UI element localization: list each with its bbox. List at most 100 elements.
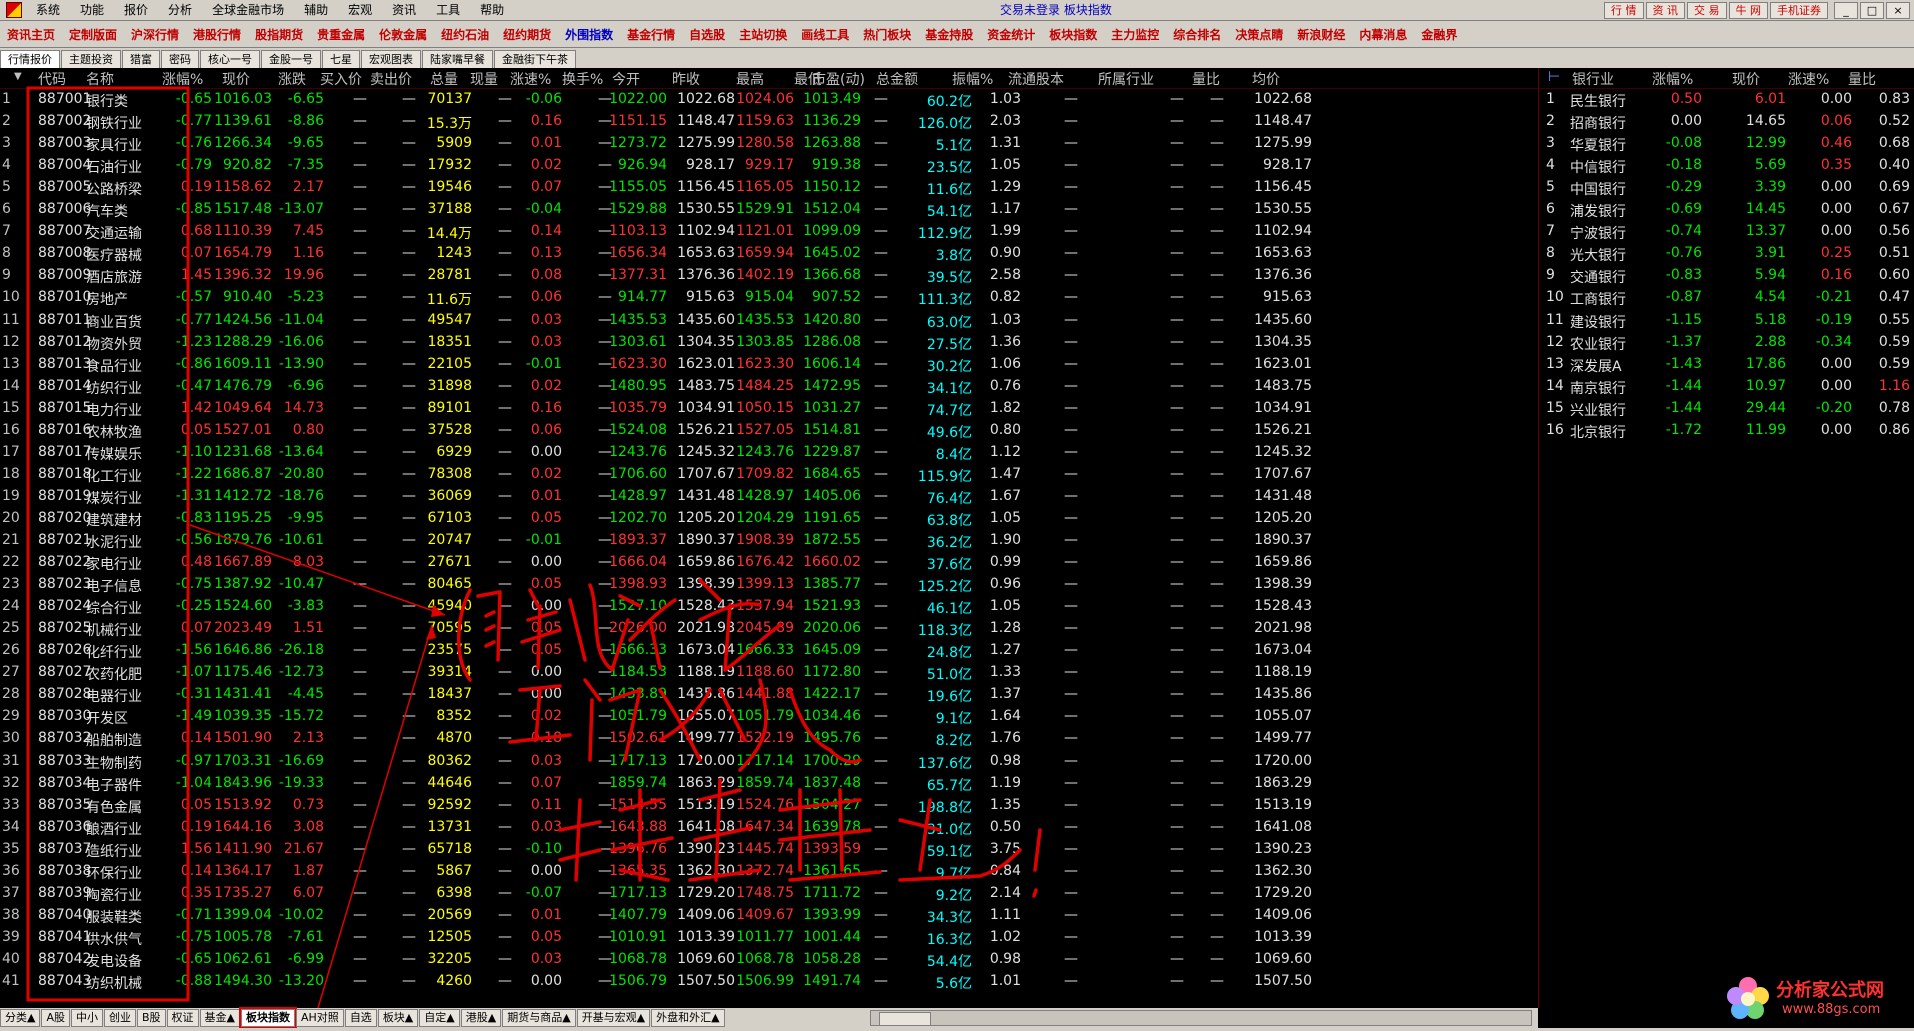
- toolbar-link-5[interactable]: 贵重金属: [310, 26, 372, 43]
- table-row[interactable]: 37 887039 陶瓷行业 0.35 1735.27 6.07 — — 6398 — -0.07 —…: [0, 883, 1538, 905]
- menu-item-4[interactable]: 全球金融市场: [202, 0, 294, 20]
- table-row[interactable]: 11 887011 商业百货 -0.77 1424.56 -11.04 — — 49547 — 0.…: [0, 310, 1538, 332]
- view-tab-8[interactable]: 陆家嘴早餐: [422, 50, 493, 68]
- table-row[interactable]: 36 887038 环保行业 0.14 1364.17 1.87 — — 5867 — 0.00 — 1…: [0, 861, 1538, 883]
- scrollbar-thumb[interactable]: [879, 1012, 931, 1026]
- column-header-17[interactable]: 振幅%: [952, 69, 993, 89]
- table-row[interactable]: 9 887009 酒店旅游 1.45 1396.32 19.96 — — 28781 — 0.08 —…: [0, 265, 1538, 287]
- sort-arrow-icon[interactable]: ▼: [14, 71, 22, 82]
- column-header-2[interactable]: 涨幅%: [162, 69, 203, 89]
- market-tab-10[interactable]: 板块▲: [377, 1009, 419, 1027]
- column-header-3[interactable]: 现价: [222, 69, 250, 89]
- table-row[interactable]: 1 887001 银行类 -0.65 1016.03 -6.65 — — 70137 — -0.06…: [0, 89, 1538, 111]
- toolbar-link-18[interactable]: 主力监控: [1104, 26, 1166, 43]
- table-row[interactable]: 6 887006 汽车类 -0.85 1517.48 -13.07 — — 37188 — -0.0…: [0, 199, 1538, 221]
- table-row[interactable]: 27 887027 农药化肥 -1.07 1175.46 -12.73 — — 39314 — 0.…: [0, 662, 1538, 684]
- side-row[interactable]: 6 浦发银行 -0.69 14.45 0.00 0.67: [1540, 199, 1914, 221]
- side-row[interactable]: 9 交通银行 -0.83 5.94 0.16 0.60: [1540, 265, 1914, 287]
- side-row[interactable]: 3 华夏银行 -0.08 12.99 0.46 0.68: [1540, 133, 1914, 155]
- market-tab-7[interactable]: 板块指数: [239, 1007, 298, 1029]
- side-row[interactable]: 7 宁波银行 -0.74 13.37 0.00 0.56: [1540, 221, 1914, 243]
- side-row[interactable]: 15 兴业银行 -1.44 29.44 -0.20 0.78: [1540, 398, 1914, 420]
- view-tab-9[interactable]: 金融街下午茶: [494, 50, 576, 68]
- table-row[interactable]: 10 887010 房地产 -0.57 910.40 -5.23 — — 11.6万 — 0.06 —…: [0, 287, 1538, 309]
- table-row[interactable]: 17 887017 传媒娱乐 -1.10 1231.68 -13.64 — — 6929 — 0.0…: [0, 442, 1538, 464]
- menu-item-9[interactable]: 帮助: [470, 0, 514, 20]
- menu-item-0[interactable]: 系统: [26, 0, 70, 20]
- column-header-15[interactable]: 市盈(动): [812, 69, 865, 89]
- market-tab-4[interactable]: B股: [137, 1009, 166, 1027]
- market-tab-9[interactable]: 自选: [344, 1009, 377, 1027]
- table-row[interactable]: 35 887037 造纸行业 1.56 1411.90 21.67 — — 65718 — -0.1…: [0, 839, 1538, 861]
- table-row[interactable]: 2 887002 钢铁行业 -0.77 1139.61 -8.86 — — 15.3万 — 0.16…: [0, 111, 1538, 133]
- table-row[interactable]: 28 887028 电器行业 -0.31 1431.41 -4.45 — — 18437 — 0.0…: [0, 684, 1538, 706]
- menu-item-6[interactable]: 宏观: [338, 0, 382, 20]
- toolbar-link-15[interactable]: 基金持股: [918, 26, 980, 43]
- column-header-4[interactable]: 涨跌: [278, 69, 306, 89]
- table-row[interactable]: 32 887034 电子器件 -1.04 1843.96 -19.33 — — 44646 — 0.…: [0, 773, 1538, 795]
- table-row[interactable]: 23 887023 电子信息 -0.75 1387.92 -10.47 — — 80465 — 0.…: [0, 574, 1538, 596]
- quick-button-0[interactable]: 行 情: [1604, 2, 1644, 19]
- side-column-header-4[interactable]: 量比: [1848, 69, 1876, 89]
- table-row[interactable]: 24 887024 综合行业 -0.25 1524.60 -3.83 — — 45940 — 0.0…: [0, 596, 1538, 618]
- side-row[interactable]: 4 中信银行 -0.18 5.69 0.35 0.40: [1540, 155, 1914, 177]
- market-tab-12[interactable]: 港股▲: [460, 1009, 502, 1027]
- column-header-11[interactable]: 今开: [612, 69, 640, 89]
- view-tab-5[interactable]: 金股一号: [261, 50, 321, 68]
- table-row[interactable]: 4 887004 石油行业 -0.79 920.82 -7.35 — — 17932 — 0.02 —…: [0, 155, 1538, 177]
- table-row[interactable]: 20 887020 建筑建材 -0.83 1195.25 -9.95 — — 67103 — 0.0…: [0, 508, 1538, 530]
- market-tab-5[interactable]: 权证: [166, 1009, 199, 1027]
- toolbar-link-9[interactable]: 外围指数: [558, 26, 620, 43]
- side-row[interactable]: 2 招商银行 0.00 14.65 0.06 0.52: [1540, 111, 1914, 133]
- market-tab-11[interactable]: 自定▲: [419, 1009, 460, 1027]
- market-tab-6[interactable]: 基金▲: [199, 1009, 241, 1027]
- toolbar-link-7[interactable]: 纽约石油: [434, 26, 496, 43]
- toolbar-link-6[interactable]: 伦敦金属: [372, 26, 434, 43]
- table-row[interactable]: 19 887019 煤炭行业 -1.31 1412.72 -18.76 — — 36069 — 0.…: [0, 486, 1538, 508]
- maximize-button[interactable]: □: [1860, 2, 1884, 19]
- side-row[interactable]: 8 光大银行 -0.76 3.91 0.25 0.51: [1540, 243, 1914, 265]
- side-column-header-1[interactable]: 涨幅%: [1652, 69, 1693, 89]
- table-row[interactable]: 8 887008 医疗器械 0.07 1654.79 1.16 — — 1243 — 0.13 — 16…: [0, 243, 1538, 265]
- table-row[interactable]: 22 887022 家电行业 0.48 1667.89 8.03 — — 27671 — 0.00 —…: [0, 552, 1538, 574]
- view-tab-4[interactable]: 核心一号: [200, 50, 260, 68]
- close-button[interactable]: ×: [1886, 2, 1910, 19]
- column-header-0[interactable]: 代码: [38, 69, 66, 89]
- market-tab-3[interactable]: 创业: [104, 1009, 136, 1027]
- toolbar-link-0[interactable]: 资讯主页: [0, 26, 62, 43]
- toolbar-link-21[interactable]: 新浪财经: [1290, 26, 1352, 43]
- column-header-1[interactable]: 名称: [86, 69, 114, 89]
- column-header-20[interactable]: 量比: [1192, 69, 1220, 89]
- table-row[interactable]: 29 887030 开发区 -1.49 1039.35 -15.72 — — 8352 — 0.02…: [0, 706, 1538, 728]
- market-tab-8[interactable]: AH对照: [296, 1009, 344, 1027]
- quick-button-1[interactable]: 资 讯: [1645, 2, 1685, 19]
- table-row[interactable]: 15 887015 电力行业 1.42 1049.64 14.73 — — 89101 — 0.16…: [0, 398, 1538, 420]
- side-row[interactable]: 1 民生银行 0.50 6.01 0.00 0.83: [1540, 89, 1914, 111]
- table-row[interactable]: 30 887032 船舶制造 0.14 1501.90 2.13 — — 4870 — 0.18 — 1…: [0, 728, 1538, 750]
- table-row[interactable]: 21 887021 水泥行业 -0.56 1879.76 -10.61 — — 20747 — -0…: [0, 530, 1538, 552]
- menu-item-7[interactable]: 资讯: [382, 0, 426, 20]
- toolbar-link-12[interactable]: 主站切换: [732, 26, 794, 43]
- toolbar-link-23[interactable]: 金融界: [1414, 26, 1464, 43]
- horizontal-scrollbar[interactable]: [870, 1010, 1532, 1026]
- table-row[interactable]: 40 887042 发电设备 -0.65 1062.61 -6.99 — — 32205 — 0.0…: [0, 949, 1538, 971]
- panel-divider[interactable]: [1538, 68, 1539, 1008]
- table-row[interactable]: 18 887018 化工行业 -1.22 1686.87 -20.80 — — 78308 — 0.…: [0, 464, 1538, 486]
- pin-icon[interactable]: ⊢: [1548, 69, 1560, 85]
- market-tab-0[interactable]: 分类▲: [0, 1009, 41, 1027]
- quick-button-4[interactable]: 手机证券: [1770, 2, 1828, 19]
- column-header-18[interactable]: 流通股本: [1008, 69, 1064, 89]
- toolbar-link-16[interactable]: 资金统计: [980, 26, 1042, 43]
- toolbar-link-4[interactable]: 股指期货: [248, 26, 310, 43]
- side-column-header-3[interactable]: 涨速%: [1788, 69, 1829, 89]
- column-header-19[interactable]: 所属行业: [1098, 69, 1154, 89]
- table-row[interactable]: 12 887012 物资外贸 -1.23 1288.29 -16.06 — — 18351 — 0.…: [0, 332, 1538, 354]
- menu-item-8[interactable]: 工具: [426, 0, 470, 20]
- market-tab-2[interactable]: 中小: [71, 1009, 103, 1027]
- table-row[interactable]: 5 887005 公路桥梁 0.19 1158.62 2.17 — — 19546 — 0.07 — 1…: [0, 177, 1538, 199]
- market-tab-13[interactable]: 期货与商品▲: [502, 1009, 576, 1027]
- minimize-button[interactable]: _: [1834, 2, 1858, 19]
- side-row[interactable]: 10 工商银行 -0.87 4.54 -0.21 0.47: [1540, 287, 1914, 309]
- side-row[interactable]: 11 建设银行 -1.15 5.18 -0.19 0.55: [1540, 310, 1914, 332]
- toolbar-link-11[interactable]: 自选股: [682, 26, 732, 43]
